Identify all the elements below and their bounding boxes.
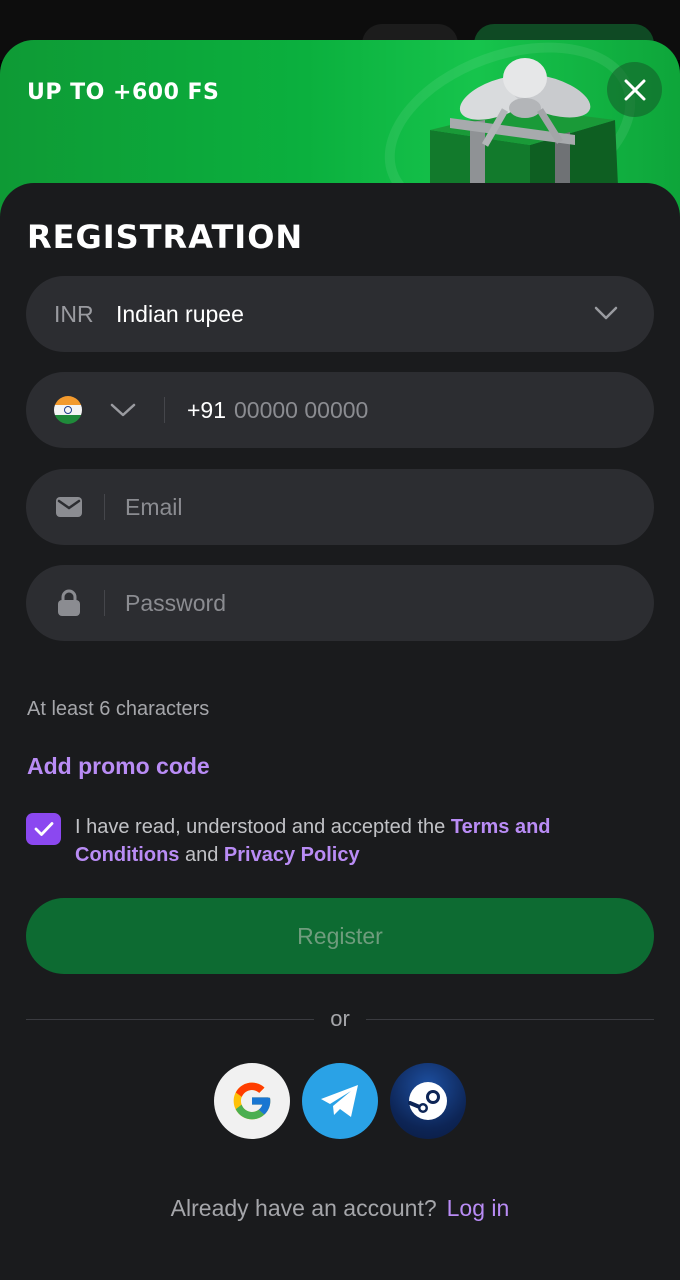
telegram-icon bbox=[321, 1085, 358, 1117]
steam-icon bbox=[408, 1082, 447, 1120]
currency-name: Indian rupee bbox=[116, 300, 244, 327]
password-field bbox=[26, 565, 654, 641]
email-input[interactable] bbox=[125, 493, 445, 521]
india-flag-icon bbox=[54, 396, 82, 424]
privacy-policy-link[interactable]: Privacy Policy bbox=[224, 844, 360, 866]
add-promo-code-link[interactable]: Add promo code bbox=[27, 753, 210, 780]
divider-text: or bbox=[330, 1006, 350, 1031]
lock-icon bbox=[54, 588, 84, 618]
phone-separator bbox=[164, 397, 165, 423]
email-field bbox=[26, 469, 654, 545]
login-prompt: Already have an account? Log in bbox=[0, 1195, 680, 1222]
divider-right bbox=[366, 1019, 654, 1020]
login-link[interactable]: Log in bbox=[447, 1195, 510, 1221]
currency-code: INR bbox=[54, 300, 94, 327]
email-separator bbox=[104, 494, 105, 520]
password-hint: At least 6 characters bbox=[27, 698, 210, 720]
login-question: Already have an account? bbox=[170, 1195, 437, 1221]
register-button[interactable]: Register bbox=[26, 898, 654, 974]
terms-text: I have read, understood and accepted the… bbox=[75, 813, 645, 869]
currency-select[interactable]: INR Indian rupee bbox=[26, 276, 654, 352]
phone-input[interactable] bbox=[234, 396, 555, 424]
page-title: REGISTRATION bbox=[27, 218, 304, 256]
close-icon bbox=[624, 79, 645, 100]
country-chevron-down-icon[interactable] bbox=[110, 400, 136, 420]
google-icon bbox=[233, 1082, 271, 1120]
google-login-button[interactable] bbox=[214, 1063, 290, 1139]
steam-login-button[interactable] bbox=[390, 1063, 466, 1139]
registration-card: REGISTRATION INR Indian rupee +91 00000 … bbox=[0, 183, 680, 1280]
phone-field: +91 bbox=[26, 372, 654, 448]
password-separator bbox=[104, 590, 105, 616]
terms-middle: and bbox=[179, 844, 224, 866]
password-input[interactable] bbox=[125, 589, 445, 617]
divider-left bbox=[26, 1019, 314, 1020]
chevron-down-icon bbox=[594, 306, 618, 320]
close-button[interactable] bbox=[607, 62, 662, 117]
mail-icon bbox=[54, 492, 84, 522]
terms-checkbox[interactable] bbox=[26, 813, 61, 845]
checkmark-icon bbox=[34, 822, 53, 836]
telegram-login-button[interactable] bbox=[302, 1063, 378, 1139]
phone-country-code: +91 bbox=[187, 396, 227, 423]
banner-title: UP TO +600 FS bbox=[27, 80, 220, 105]
terms-prefix: I have read, understood and accepted the bbox=[75, 816, 451, 838]
registration-modal: UP TO +600 FS REGISTRATION INR Indian ru… bbox=[0, 40, 680, 1280]
